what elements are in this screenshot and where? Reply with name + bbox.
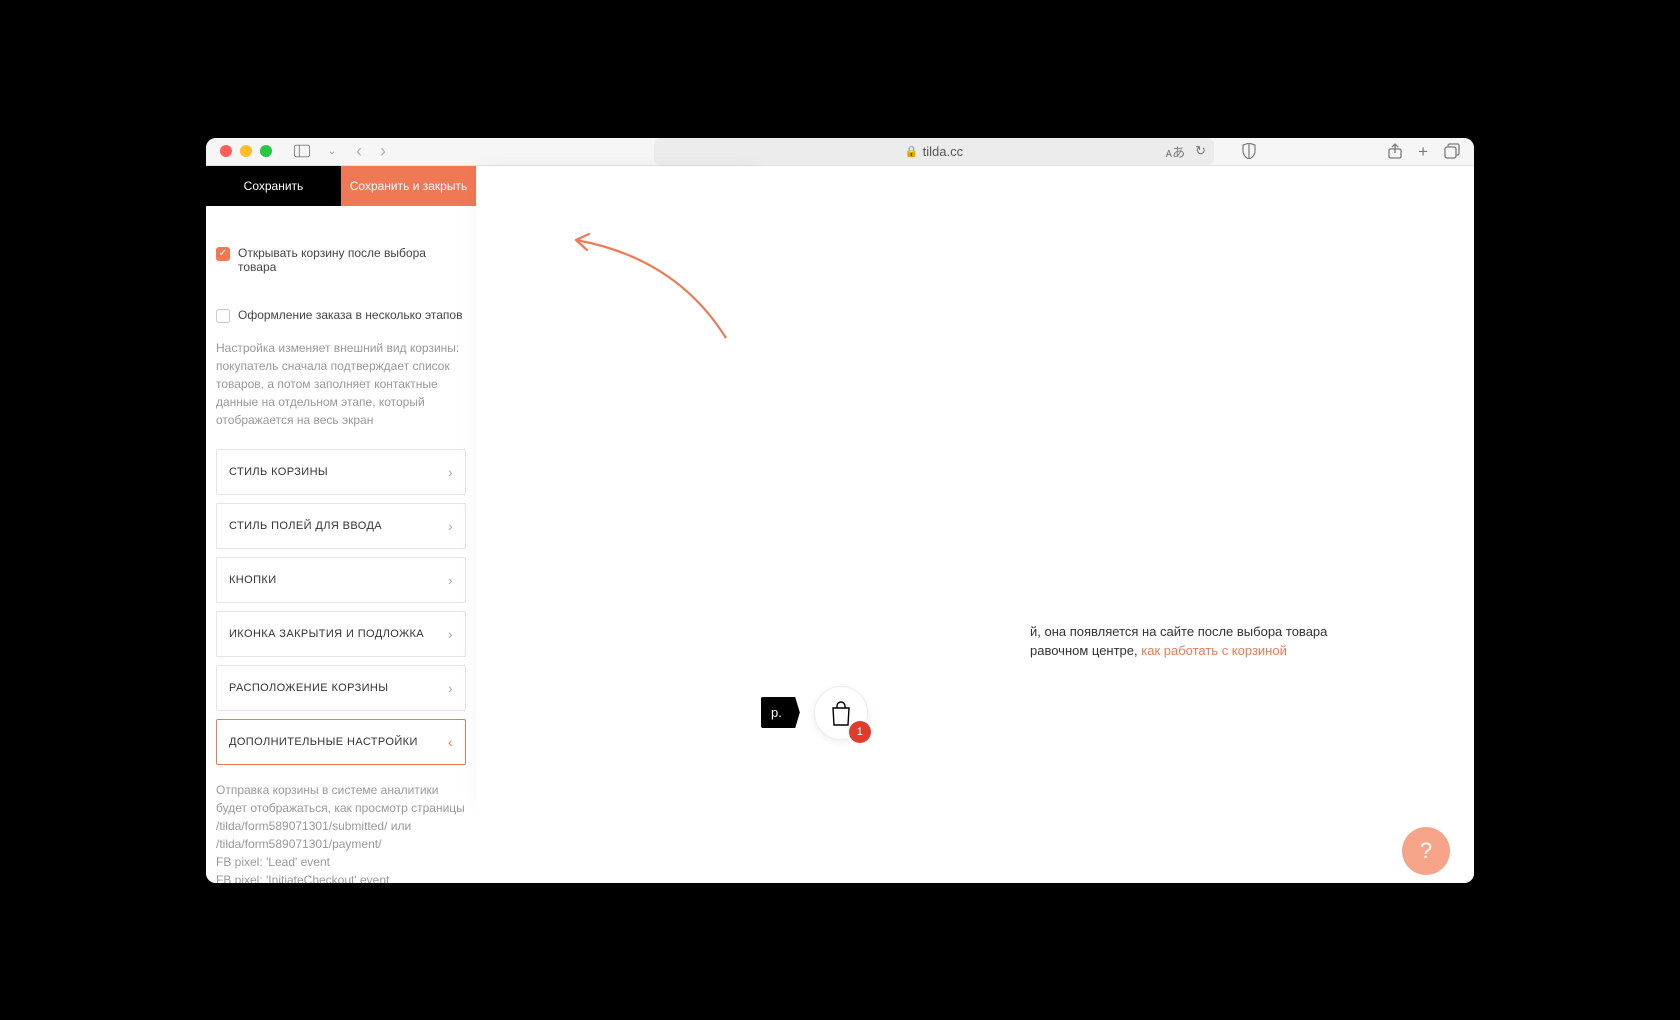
close-window-icon[interactable] — [220, 145, 232, 157]
accordion-label: ДОПОЛНИТЕЛЬНЫЕ НАСТРОЙКИ — [229, 736, 418, 748]
forward-icon[interactable]: › — [380, 141, 386, 162]
url-bar[interactable]: 🔒 tilda.cc ᴀあ ↻ — [654, 138, 1214, 165]
cart-widget-preview: р. 1 — [761, 686, 868, 740]
minimize-window-icon[interactable] — [240, 145, 252, 157]
help-link[interactable]: как работать с корзиной — [1141, 643, 1287, 658]
accordion-input-style[interactable]: СТИЛЬ ПОЛЕЙ ДЛЯ ВВОДА › — [216, 503, 466, 549]
shopping-bag-icon — [830, 700, 852, 726]
accordion-buttons[interactable]: КНОПКИ › — [216, 557, 466, 603]
currency-label: р. — [771, 705, 782, 720]
accordion-cart-style[interactable]: СТИЛЬ КОРЗИНЫ › — [216, 449, 466, 495]
window-controls — [220, 145, 272, 157]
page-content: Сохранить Сохранить и закрыть ✓ Открыват… — [206, 166, 1474, 883]
chevron-right-icon: › — [448, 518, 453, 534]
accordion-advanced-settings[interactable]: ДОПОЛНИТЕЛЬНЫЕ НАСТРОЙКИ ‹ — [216, 719, 466, 765]
chevron-right-icon: › — [448, 572, 453, 588]
back-icon[interactable]: ‹ — [356, 141, 362, 162]
checkbox-label: Открывать корзину после выбора товара — [238, 246, 466, 274]
sidebar-toggle-icon[interactable] — [294, 143, 310, 159]
reload-icon[interactable]: ↻ — [1195, 143, 1206, 159]
titlebar: ⌄ ‹ › 🔒 tilda.cc ᴀあ ↻ + — [206, 138, 1474, 166]
maximize-window-icon[interactable] — [260, 145, 272, 157]
url-text: tilda.cc — [923, 144, 963, 159]
sidebar-actions: Сохранить Сохранить и закрыть — [206, 166, 476, 206]
accordion-label: СТИЛЬ ПОЛЕЙ ДЛЯ ВВОДА — [229, 520, 382, 532]
new-tab-icon[interactable]: + — [1418, 143, 1428, 160]
cart-count-badge: 1 — [849, 721, 871, 743]
page-preview-canvas: й, она появляется на сайте после выбора … — [476, 166, 1474, 883]
lock-icon: 🔒 — [905, 145, 919, 158]
price-tag: р. — [761, 697, 800, 728]
chevron-right-icon: › — [448, 626, 453, 642]
save-button[interactable]: Сохранить — [206, 166, 341, 206]
accordion-close-icon[interactable]: ИКОНКА ЗАКРЫТИЯ И ПОДЛОЖКА › — [216, 611, 466, 657]
checkbox-label: Оформление заказа в несколько этапов — [238, 308, 462, 322]
accordion-label: ИКОНКА ЗАКРЫТИЯ И ПОДЛОЖКА — [229, 628, 424, 640]
tabs-icon[interactable] — [1444, 143, 1460, 160]
chevron-right-icon: › — [448, 464, 453, 480]
preview-description-text: й, она появляется на сайте после выбора … — [1030, 622, 1327, 661]
multistep-checkout-checkbox[interactable]: Оформление заказа в несколько этапов — [216, 308, 466, 323]
analytics-footnote: Отправка корзины в системе аналитики буд… — [216, 781, 466, 883]
help-button[interactable]: ? — [1402, 827, 1450, 875]
translate-icon[interactable]: ᴀあ — [1166, 142, 1185, 161]
chevron-left-icon: ‹ — [448, 734, 453, 750]
multistep-description: Настройка изменяет внешний вид корзины: … — [216, 339, 466, 429]
accordion-label: РАСПОЛОЖЕНИЕ КОРЗИНЫ — [229, 682, 388, 694]
checkbox-unchecked-icon — [216, 309, 230, 323]
accordion-label: СТИЛЬ КОРЗИНЫ — [229, 466, 328, 478]
browser-window: ⌄ ‹ › 🔒 tilda.cc ᴀあ ↻ + — [206, 138, 1474, 883]
chevron-down-icon[interactable]: ⌄ — [324, 143, 340, 159]
save-and-close-button[interactable]: Сохранить и закрыть — [341, 166, 476, 206]
share-icon[interactable] — [1388, 143, 1402, 160]
shield-icon[interactable] — [1242, 143, 1256, 159]
accordion-cart-position[interactable]: РАСПОЛОЖЕНИЕ КОРЗИНЫ › — [216, 665, 466, 711]
open-cart-after-select-checkbox[interactable]: ✓ Открывать корзину после выбора товара — [216, 246, 466, 274]
settings-sidebar: Сохранить Сохранить и закрыть ✓ Открыват… — [206, 166, 476, 883]
accordion-label: КНОПКИ — [229, 574, 277, 586]
cart-button[interactable]: 1 — [814, 686, 868, 740]
checkbox-checked-icon: ✓ — [216, 247, 230, 261]
chevron-right-icon: › — [448, 680, 453, 696]
